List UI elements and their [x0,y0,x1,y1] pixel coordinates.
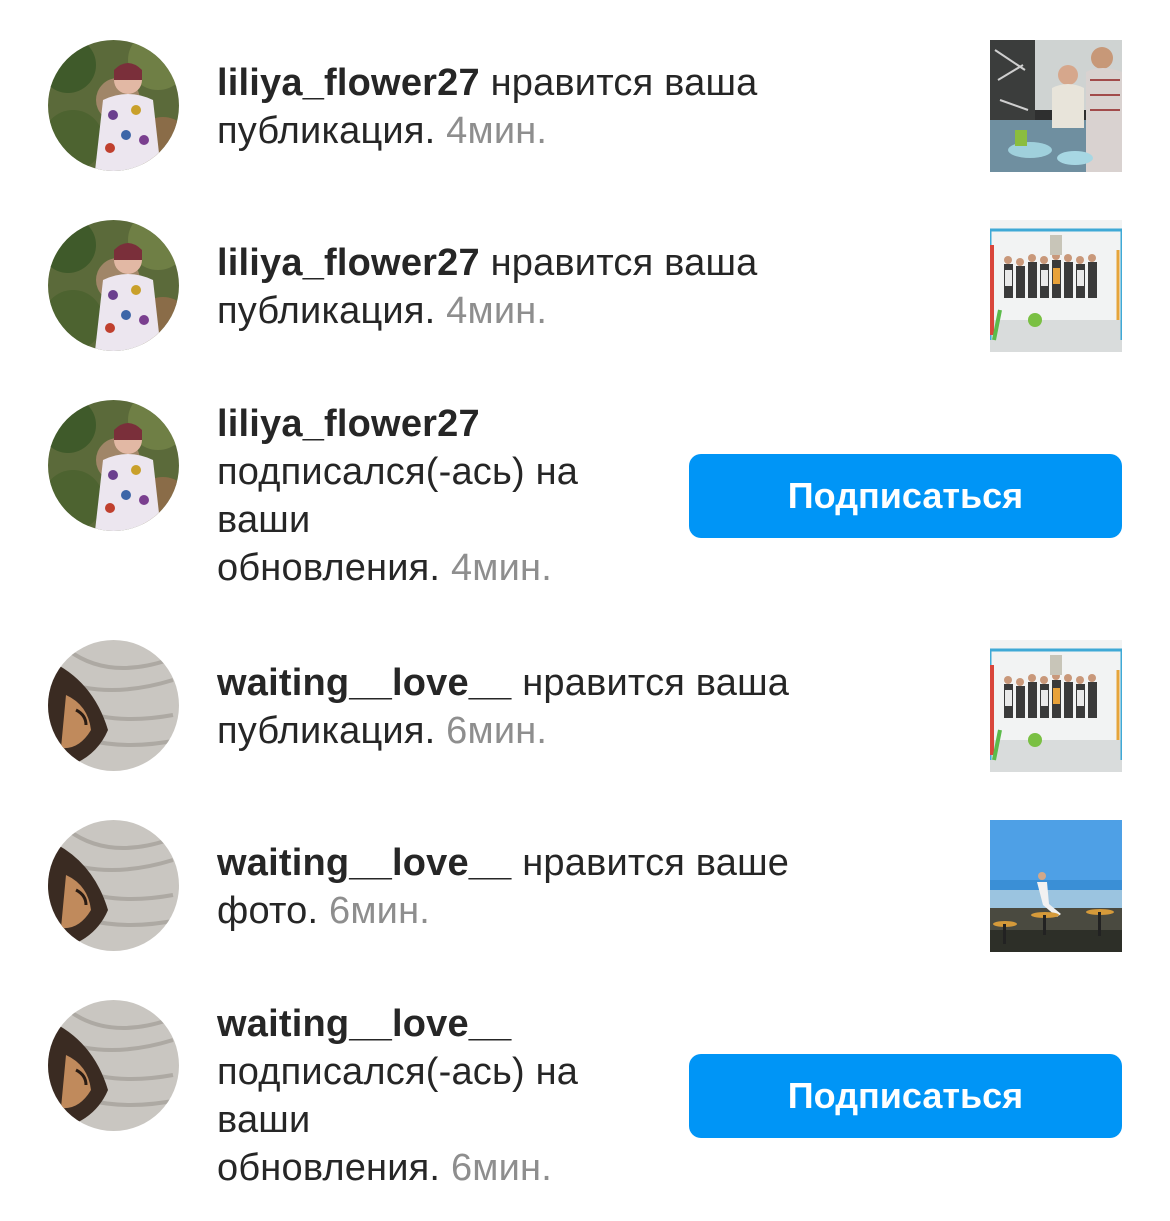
post-seaside-photo [990,820,1122,952]
username[interactable]: waiting__love__ [217,662,511,704]
action-text: публикация. [217,710,436,752]
post-kitchen-couple-photo [990,40,1122,172]
post-thumbnail[interactable] [990,820,1122,952]
timestamp: 6мин. [329,890,431,932]
avatar[interactable] [48,40,179,171]
timestamp: 6мин. [446,710,548,752]
action-text: обновления. [217,1147,441,1189]
post-group-photo [990,220,1122,352]
timestamp: 4мин. [446,110,548,152]
avatar[interactable] [48,820,179,951]
notification-text: liliya_flower27 нравится ваша публикация… [217,59,757,155]
post-group-photo [990,640,1122,772]
avatar-liliya-photo [48,40,179,171]
avatar-liliya-photo [48,220,179,351]
username[interactable]: waiting__love__ [217,1003,511,1045]
avatar-liliya-photo [48,400,179,531]
notification-text: waiting__love__ нравится ваше фото. 6мин… [217,839,789,935]
notification-text: waiting__love__ подписался(-ась) на ваши… [217,1000,578,1192]
avatar[interactable] [48,1000,179,1131]
notification-text: liliya_flower27 подписался(-ась) на ваши… [217,400,578,592]
avatar-waiting-love-photo [48,640,179,771]
username[interactable]: liliya_flower27 [217,403,480,445]
action-text: нравится ваша [479,62,758,104]
action-text: подписался(-ась) на [217,451,579,493]
follow-button[interactable]: Подписаться [689,1054,1122,1138]
avatar[interactable] [48,220,179,351]
action-text: ваши [217,1099,311,1141]
action-text: обновления. [217,547,441,589]
post-thumbnail[interactable] [990,220,1122,352]
notification-text: waiting__love__ нравится ваша публикация… [217,659,789,755]
action-text: публикация. [217,290,436,332]
action-text: публикация. [217,110,436,152]
post-thumbnail[interactable] [990,40,1122,172]
action-text: нравится ваша [511,662,790,704]
action-text: фото. [217,890,319,932]
timestamp: 4мин. [446,290,548,332]
avatar-waiting-love-photo [48,820,179,951]
timestamp: 4мин. [450,547,552,589]
avatar-waiting-love-photo [48,1000,179,1131]
username[interactable]: liliya_flower27 [217,242,480,284]
timestamp: 6мин. [450,1147,552,1189]
notification-text: liliya_flower27 нравится ваша публикация… [217,239,757,335]
username[interactable]: waiting__love__ [217,842,511,884]
avatar[interactable] [48,640,179,771]
post-thumbnail[interactable] [990,640,1122,772]
username[interactable]: liliya_flower27 [217,62,480,104]
action-text: подписался(-ась) на [217,1051,579,1093]
follow-button[interactable]: Подписаться [689,454,1122,538]
action-text: нравится ваше [511,842,790,884]
action-text: нравится ваша [479,242,758,284]
action-text: ваши [217,499,311,541]
avatar[interactable] [48,400,179,531]
